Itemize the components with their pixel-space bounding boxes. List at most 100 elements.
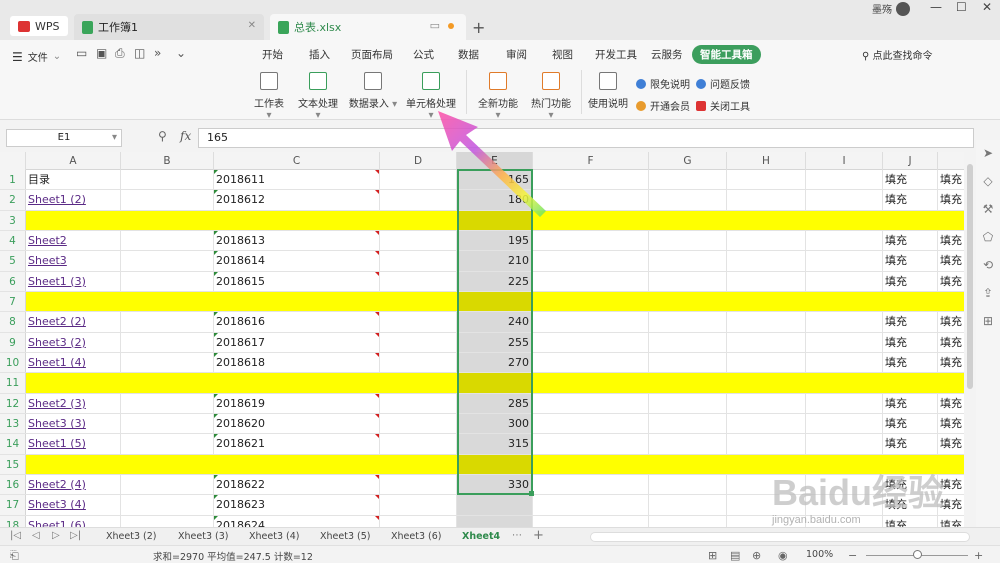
more-sheets-icon[interactable]: ⋯ bbox=[512, 530, 522, 541]
cell-c[interactable]: 2018619 bbox=[214, 393, 380, 413]
cell-e[interactable] bbox=[457, 454, 533, 474]
first-sheet-icon[interactable]: |◁ bbox=[10, 530, 21, 541]
cell-a[interactable]: Sheet2 (4) bbox=[26, 474, 121, 495]
cell-e[interactable]: 180 bbox=[457, 190, 533, 210]
cell-g[interactable] bbox=[649, 271, 727, 291]
cell-i[interactable] bbox=[806, 373, 883, 392]
macro-icon[interactable]: ⎗ bbox=[10, 549, 19, 563]
cell-d[interactable] bbox=[380, 312, 457, 332]
cell-j[interactable]: 填充 bbox=[883, 352, 938, 373]
cell-f[interactable] bbox=[533, 455, 649, 474]
cell-i[interactable] bbox=[806, 312, 883, 332]
cell-i[interactable] bbox=[806, 474, 883, 495]
scrollbar-thumb[interactable] bbox=[967, 164, 973, 389]
cell-f[interactable] bbox=[533, 515, 649, 527]
tab-page-layout[interactable]: 页面布局 bbox=[351, 47, 393, 62]
row-header[interactable]: 15 bbox=[0, 454, 26, 474]
cell-f[interactable] bbox=[533, 393, 649, 413]
prev-sheet-icon[interactable]: ◁ bbox=[32, 530, 40, 541]
cell-k[interactable] bbox=[938, 211, 964, 230]
cell-j[interactable] bbox=[883, 455, 938, 474]
column-header-b[interactable]: B bbox=[121, 152, 214, 170]
cell-j[interactable] bbox=[883, 292, 938, 311]
cell-k[interactable]: 填充 bbox=[938, 190, 964, 209]
cell-g[interactable] bbox=[649, 352, 727, 373]
cell-h[interactable] bbox=[727, 190, 806, 210]
cell-k[interactable]: 填充 bbox=[938, 434, 964, 453]
cell-j[interactable] bbox=[883, 211, 938, 230]
cell-g[interactable] bbox=[649, 312, 727, 332]
fill-handle[interactable] bbox=[529, 491, 534, 496]
tools-icon[interactable]: ⚒ bbox=[981, 202, 995, 216]
cell-i[interactable] bbox=[806, 495, 883, 515]
cell-a[interactable] bbox=[26, 211, 121, 230]
cell-h[interactable] bbox=[727, 251, 806, 271]
cell-c[interactable] bbox=[214, 211, 380, 230]
cell-d[interactable] bbox=[380, 230, 457, 251]
cell-c[interactable]: 2018616 bbox=[214, 312, 380, 332]
cell-e[interactable]: 330 bbox=[457, 474, 533, 495]
cell-h[interactable] bbox=[727, 332, 806, 352]
cell-d[interactable] bbox=[380, 413, 457, 434]
cell-k[interactable] bbox=[938, 292, 964, 311]
cell-j[interactable]: 填充 bbox=[883, 515, 938, 527]
new-tab-button[interactable]: + bbox=[472, 18, 485, 37]
shape-icon[interactable]: ⬠ bbox=[981, 230, 995, 244]
row-header[interactable]: 16 bbox=[0, 474, 26, 495]
row-header[interactable]: 9 bbox=[0, 332, 26, 352]
cell-f[interactable] bbox=[533, 474, 649, 495]
membership-button[interactable]: 开通会员 bbox=[636, 98, 690, 113]
cell-f[interactable] bbox=[533, 332, 649, 352]
zoom-level[interactable]: 100% bbox=[806, 549, 833, 560]
text-processing-tool-button[interactable]: 文本处理 ▾ bbox=[294, 72, 342, 121]
cell-a[interactable]: Sheet1 (4) bbox=[26, 352, 121, 373]
cell-g[interactable] bbox=[649, 434, 727, 454]
cell-processing-tool-button[interactable]: 单元格处理 ▾ bbox=[402, 72, 460, 121]
cell-c[interactable] bbox=[214, 373, 380, 392]
add-sheet-icon[interactable]: + bbox=[533, 528, 544, 543]
cell-c[interactable]: 2018624 bbox=[214, 515, 380, 527]
row-header[interactable]: 3 bbox=[0, 210, 26, 230]
cell-c[interactable]: 2018617 bbox=[214, 332, 380, 352]
cell-b[interactable] bbox=[121, 230, 214, 251]
cell-g[interactable] bbox=[649, 474, 727, 495]
cell-j[interactable]: 填充 bbox=[883, 170, 938, 190]
cell-a[interactable]: 目录 bbox=[26, 170, 121, 190]
cell-b[interactable] bbox=[121, 352, 214, 373]
cell-b[interactable] bbox=[121, 312, 214, 332]
command-search[interactable]: ⚲ 点此查找命令 bbox=[862, 47, 933, 62]
row-header[interactable]: 6 bbox=[0, 271, 26, 291]
cell-f[interactable] bbox=[533, 373, 649, 392]
cell-i[interactable] bbox=[806, 170, 883, 190]
cell-b[interactable] bbox=[121, 434, 214, 454]
tab-smart-toolbox[interactable]: 智能工具箱 bbox=[692, 45, 761, 64]
cell-a[interactable]: Sheet2 (3) bbox=[26, 393, 121, 413]
row-header[interactable]: 2 bbox=[0, 190, 26, 210]
tab-total-xlsx[interactable]: 总表.xlsx ▭ bbox=[270, 14, 466, 40]
tab-developer[interactable]: 开发工具 bbox=[595, 47, 637, 62]
cell-h[interactable] bbox=[727, 211, 806, 230]
column-header-e[interactable]: E bbox=[457, 152, 533, 170]
sheet-tab[interactable]: Xheet3 (6) bbox=[391, 531, 441, 542]
cell-g[interactable] bbox=[649, 170, 727, 190]
cell-f[interactable] bbox=[533, 434, 649, 454]
cell-a[interactable]: Sheet3 (3) bbox=[26, 413, 121, 434]
cell-d[interactable] bbox=[380, 190, 457, 210]
cell-a[interactable]: Sheet2 bbox=[26, 230, 121, 251]
row-header[interactable]: 14 bbox=[0, 434, 26, 454]
spreadsheet-grid[interactable]: ABCDEFGHIJ 1 目录 2018611 165 填充 填充 2 Sheet1 (2) 2… bbox=[0, 152, 964, 527]
cell-i[interactable] bbox=[806, 515, 883, 527]
avatar[interactable] bbox=[896, 1, 910, 16]
cell-k[interactable]: 填充 bbox=[938, 414, 964, 433]
close-window-icon[interactable]: ✕ bbox=[982, 0, 992, 14]
cell-c[interactable]: 2018613 bbox=[214, 230, 380, 251]
cell-b[interactable] bbox=[121, 393, 214, 413]
cell-a[interactable]: Sheet1 (6) bbox=[26, 515, 121, 527]
column-header-h[interactable]: H bbox=[727, 152, 806, 170]
cell-e[interactable] bbox=[457, 495, 533, 515]
cell-i[interactable] bbox=[806, 352, 883, 373]
cell-e[interactable]: 315 bbox=[457, 434, 533, 454]
cell-h[interactable] bbox=[727, 515, 806, 527]
cell-k[interactable] bbox=[938, 455, 964, 474]
cell-a[interactable] bbox=[26, 373, 121, 392]
